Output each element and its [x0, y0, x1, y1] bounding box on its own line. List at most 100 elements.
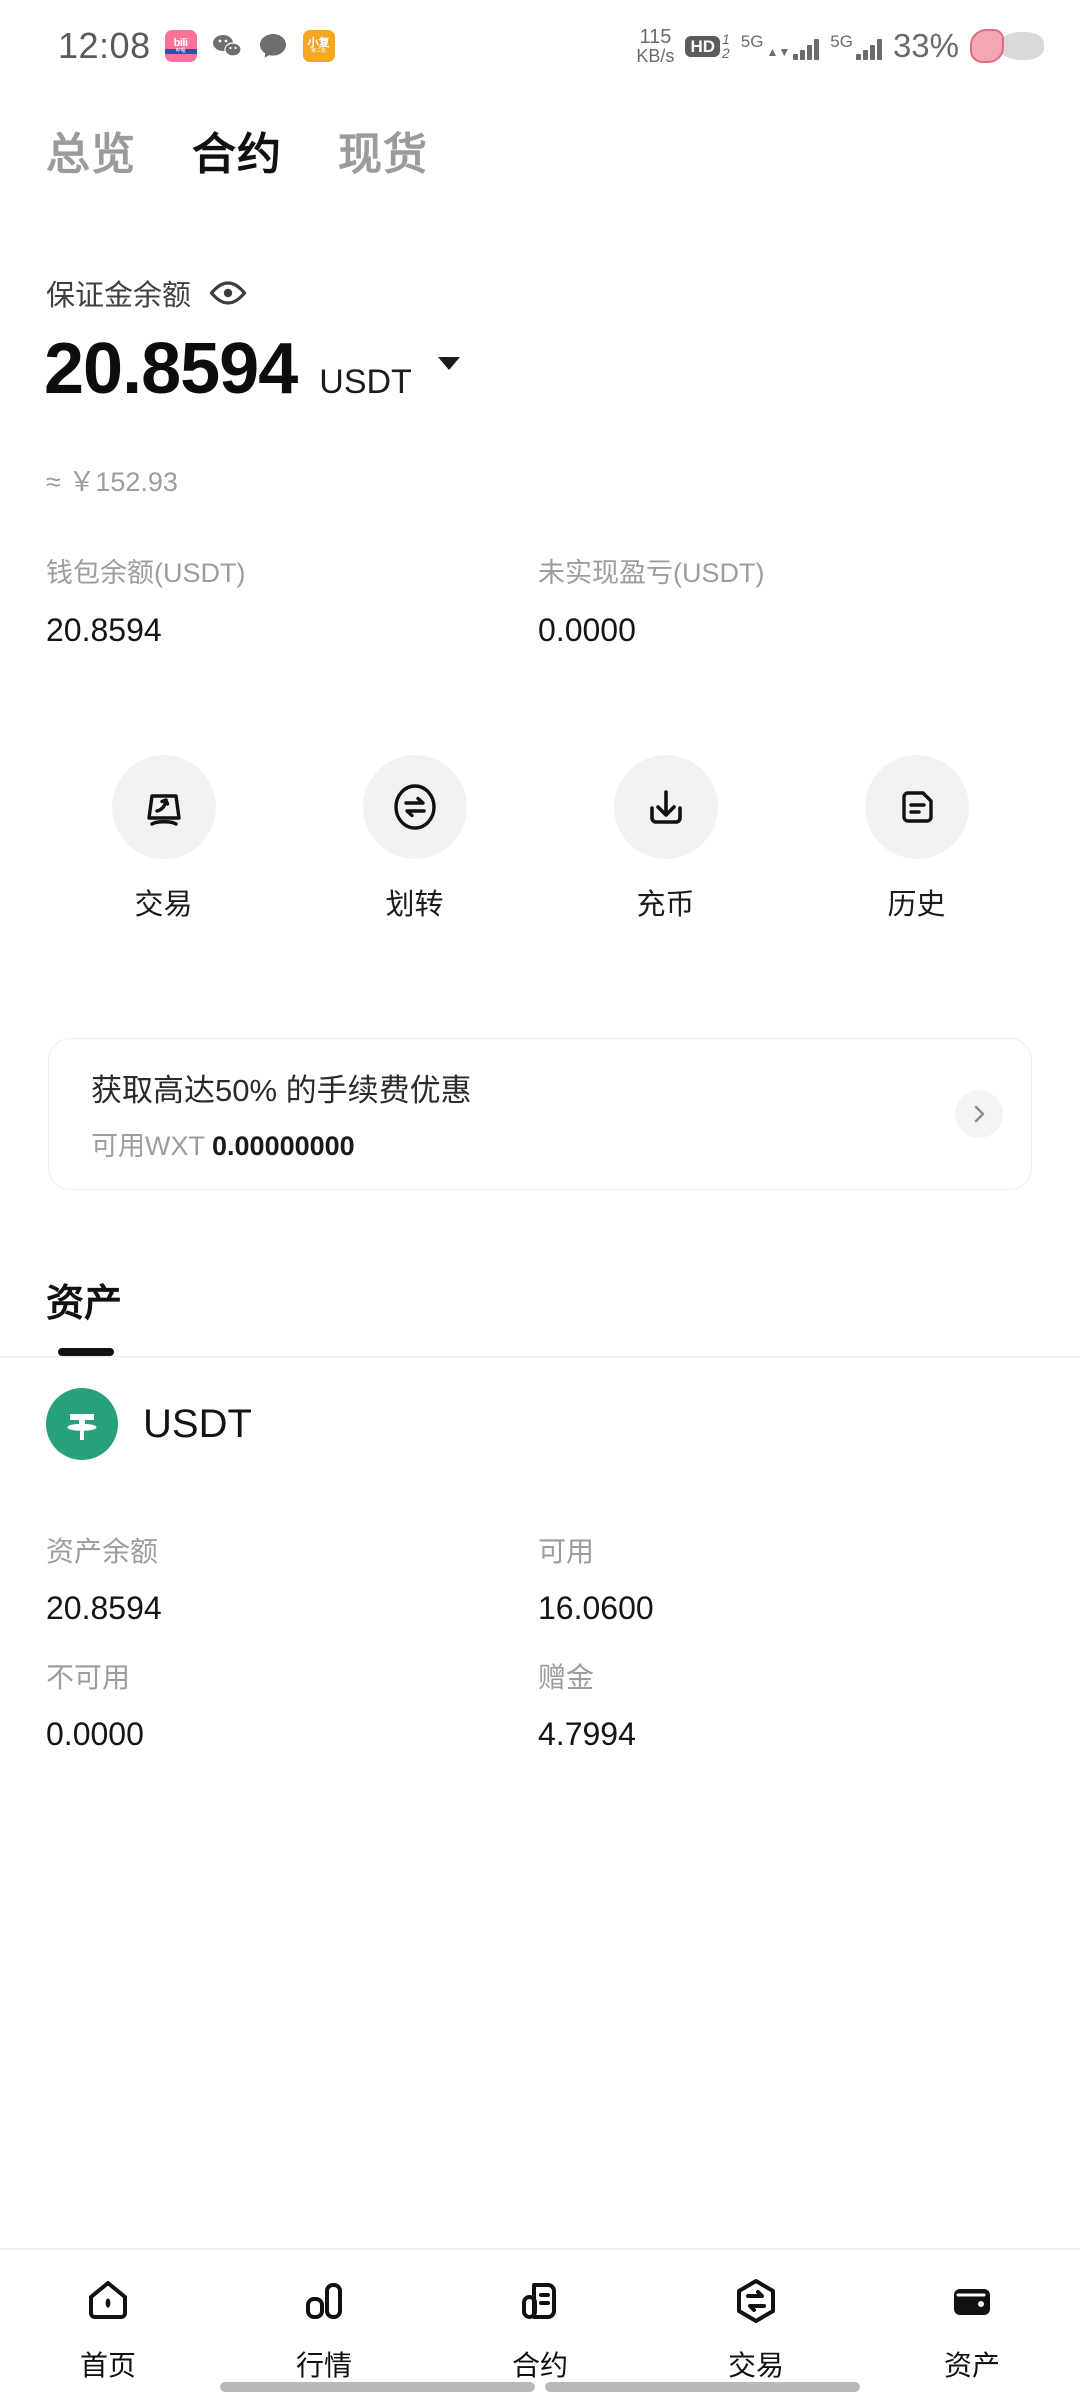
status-bar-left: 12:08 bili 哔哩 小复 第三名: [58, 25, 335, 67]
home-icon: [82, 2275, 134, 2332]
nav-item-home[interactable]: 首页: [0, 2250, 216, 2400]
fee-discount-promo-card[interactable]: 获取高达50% 的手续费优惠 可用WXT 0.00000000: [48, 1038, 1032, 1190]
signal-indicator-2: 5G: [830, 33, 882, 60]
summary-stats: 钱包余额(USDT) 20.8594 未实现盈亏(USDT) 0.0000: [46, 558, 1036, 648]
nav-label: 交易: [727, 2349, 784, 2381]
action-history[interactable]: 历史: [791, 755, 1042, 923]
quick-actions: 交易 划转 充币 历史: [0, 755, 1080, 923]
deposit-icon: [613, 755, 718, 859]
sim-slots: 1 2: [722, 32, 730, 60]
wechat-icon: [211, 30, 243, 62]
margin-balance-label: 保证金余额: [46, 280, 192, 312]
assets-divider: [0, 1356, 1080, 1358]
network-speed-unit: KB/s: [636, 46, 675, 66]
signal-bars-icon-1: [793, 36, 820, 60]
asset-detail-grid: 资产余额 20.8594 可用 16.0600 不可用 0.0000 赠金 4.…: [46, 1538, 1036, 1790]
action-transfer[interactable]: 划转: [289, 755, 540, 923]
promo-texts: 获取高达50% 的手续费优惠 可用WXT 0.00000000: [91, 1065, 472, 1163]
action-label: 历史: [887, 889, 946, 921]
stat-value: 20.8594: [46, 612, 162, 648]
stat-label: 钱包余额(USDT): [46, 558, 246, 588]
futures-icon: [514, 2275, 566, 2332]
promo-sub-label: 可用WXT: [91, 1131, 205, 1161]
asset-field-bonus: 赠金 4.7994: [538, 1662, 1030, 1752]
hd-badge: HD: [685, 35, 720, 57]
nav-label: 首页: [79, 2349, 136, 2381]
action-label: 划转: [385, 889, 444, 921]
asset-field-label: 资产余额: [46, 1536, 159, 1567]
stat-label: 未实现盈亏(USDT): [538, 558, 765, 588]
assets-section-header[interactable]: 资产: [46, 1272, 122, 1327]
app-screen: 12:08 bili 哔哩 小复 第三名 115 KB/s HD 1 2 5G …: [0, 0, 1080, 2400]
nav-item-markets[interactable]: 行情: [216, 2250, 432, 2400]
nav-label: 资产: [943, 2349, 1000, 2381]
status-bar-right: 115 KB/s HD 1 2 5G ▲▼ 5G 33%: [636, 27, 1044, 65]
chevron-down-icon[interactable]: [437, 356, 460, 370]
nav-label: 合约: [511, 2349, 568, 2381]
chevron-right-icon[interactable]: [955, 1090, 1003, 1138]
battery-percent: 33%: [892, 27, 959, 64]
action-label: 充币: [636, 889, 695, 921]
status-bar: 12:08 bili 哔哩 小复 第三名 115 KB/s HD 1 2 5G …: [0, 0, 1080, 92]
transfer-icon: [362, 755, 467, 859]
stat-wallet-balance: 钱包余额(USDT) 20.8594: [46, 558, 538, 648]
assets-tab-underline: [58, 1348, 114, 1356]
nav-item-futures[interactable]: 合约: [432, 2250, 648, 2400]
trade-hex-icon: [730, 2275, 782, 2332]
asset-field-value: 4.7994: [538, 1716, 636, 1752]
tab-spot[interactable]: 现货: [338, 118, 428, 182]
bottom-navigation-bar: 首页 行情 合约 交易 资产: [0, 2248, 1080, 2400]
promo-sub-value: 0.00000000: [212, 1131, 355, 1161]
margin-balance-amount-row: 20.8594 USDT: [44, 328, 460, 410]
stat-unrealized-pnl: 未实现盈亏(USDT) 0.0000: [538, 558, 1030, 648]
asset-field-value: 20.8594: [46, 1590, 162, 1626]
hd-volte-indicator: HD 1 2: [685, 32, 730, 60]
asset-row-usdt[interactable]: USDT: [46, 1388, 252, 1460]
nav-label: 行情: [295, 2349, 352, 2381]
margin-balance-fiat: ≈ ￥152.93: [46, 467, 178, 497]
signal-bars-icon-2: [855, 36, 882, 60]
nav-item-trade[interactable]: 交易: [648, 2250, 864, 2400]
promo-title: 获取高达50% 的手续费优惠: [91, 1073, 472, 1108]
asset-field-label: 可用: [538, 1536, 595, 1567]
wallet-icon: [946, 2275, 998, 2332]
asset-symbol: USDT: [143, 1401, 252, 1446]
action-trade[interactable]: 交易: [38, 755, 289, 923]
trade-icon: [111, 755, 216, 859]
asset-field-available: 可用 16.0600: [538, 1536, 1030, 1626]
nav-item-assets[interactable]: 资产: [864, 2250, 1080, 2400]
signal-label-1: 5G: [740, 31, 764, 51]
assets-section-title: 资产: [46, 1283, 123, 1325]
margin-balance-unit: USDT: [319, 363, 412, 401]
stat-value: 0.0000: [538, 612, 636, 648]
fish-battery-decoration-icon: [970, 29, 1044, 63]
action-label: 交易: [134, 889, 193, 921]
tab-overview[interactable]: 总览: [46, 118, 136, 182]
margin-balance-header: 保证金余额: [46, 272, 247, 314]
network-speed-indicator: 115 KB/s: [636, 27, 674, 65]
eye-icon[interactable]: [209, 280, 247, 306]
home-indicator: [220, 2382, 860, 2392]
margin-balance-amount: 20.8594: [44, 329, 298, 409]
asset-field-value: 0.0000: [46, 1716, 144, 1752]
bilibili-icon: bili 哔哩: [164, 30, 197, 62]
asset-field-balance: 资产余额 20.8594: [46, 1536, 538, 1626]
top-tab-bar: 总览 合约 现货: [0, 118, 1080, 182]
action-deposit[interactable]: 充币: [540, 755, 791, 923]
markets-icon: [298, 2275, 350, 2332]
tab-futures[interactable]: 合约: [192, 118, 282, 182]
history-icon: [864, 755, 969, 859]
chat-bubble-icon: [257, 30, 289, 62]
signal-label-2: 5G: [830, 31, 853, 51]
xiaohongshu-icon: 小复 第三名: [302, 30, 335, 62]
data-arrows-icon: ▲▼: [766, 45, 791, 60]
asset-field-value: 16.0600: [538, 1590, 654, 1626]
home-indicator-left: [220, 2382, 535, 2392]
asset-field-label: 赠金: [538, 1662, 595, 1693]
asset-field-label: 不可用: [46, 1662, 131, 1693]
promo-subtitle: 可用WXT 0.00000000: [91, 1124, 472, 1163]
sim-slot-1: 1: [722, 31, 730, 47]
signal-indicator-1: 5G ▲▼: [740, 31, 820, 60]
sim-slot-2: 2: [722, 45, 730, 61]
home-indicator-right: [545, 2382, 860, 2392]
